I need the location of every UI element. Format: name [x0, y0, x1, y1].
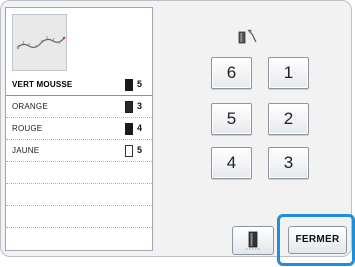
thread-spool-icon	[246, 231, 260, 250]
thread-color-list-panel: VERT MOUSSE 5 ORANGE 3 ROUGE 4 JAUNE 5	[5, 7, 153, 251]
close-button[interactable]: FERMER	[288, 226, 347, 254]
thread-spool-button[interactable]	[232, 226, 274, 255]
sequence-button-4[interactable]: 4	[211, 147, 252, 179]
sequence-button-2[interactable]: 2	[268, 103, 309, 135]
window-frame: VERT MOUSSE 5 ORANGE 3 ROUGE 4 JAUNE 5 6…	[0, 0, 355, 266]
color-row-4[interactable]: JAUNE 5	[6, 140, 152, 162]
empty-color-row	[6, 162, 152, 184]
color-name: ORANGE	[12, 102, 48, 111]
color-name: JAUNE	[12, 146, 40, 155]
empty-color-row	[6, 184, 152, 206]
thread-spool-icon	[125, 79, 133, 91]
needle-number: 3	[137, 101, 143, 111]
color-name: VERT MOUSSE	[12, 80, 73, 89]
thread-sequence-icon	[238, 29, 257, 44]
sequence-button-1[interactable]: 1	[268, 57, 309, 89]
sequence-button-3[interactable]: 3	[268, 147, 309, 179]
embroidery-pattern-image	[16, 36, 66, 50]
color-name: ROUGE	[12, 124, 43, 133]
color-row-3[interactable]: ROUGE 4	[6, 118, 152, 140]
sequence-button-5[interactable]: 5	[211, 103, 252, 135]
needle-number: 5	[137, 79, 143, 89]
empty-color-row	[6, 206, 152, 228]
thread-spool-icon	[125, 101, 133, 113]
color-row-1[interactable]: VERT MOUSSE 5	[6, 74, 152, 96]
color-row-2[interactable]: ORANGE 3	[6, 96, 152, 118]
needle-number: 4	[137, 123, 143, 133]
thread-spool-empty-icon	[125, 145, 133, 157]
needle-number: 5	[137, 145, 143, 155]
sequence-button-6[interactable]: 6	[211, 57, 252, 89]
thread-spool-icon	[125, 123, 133, 135]
embroidery-preview	[12, 14, 67, 71]
